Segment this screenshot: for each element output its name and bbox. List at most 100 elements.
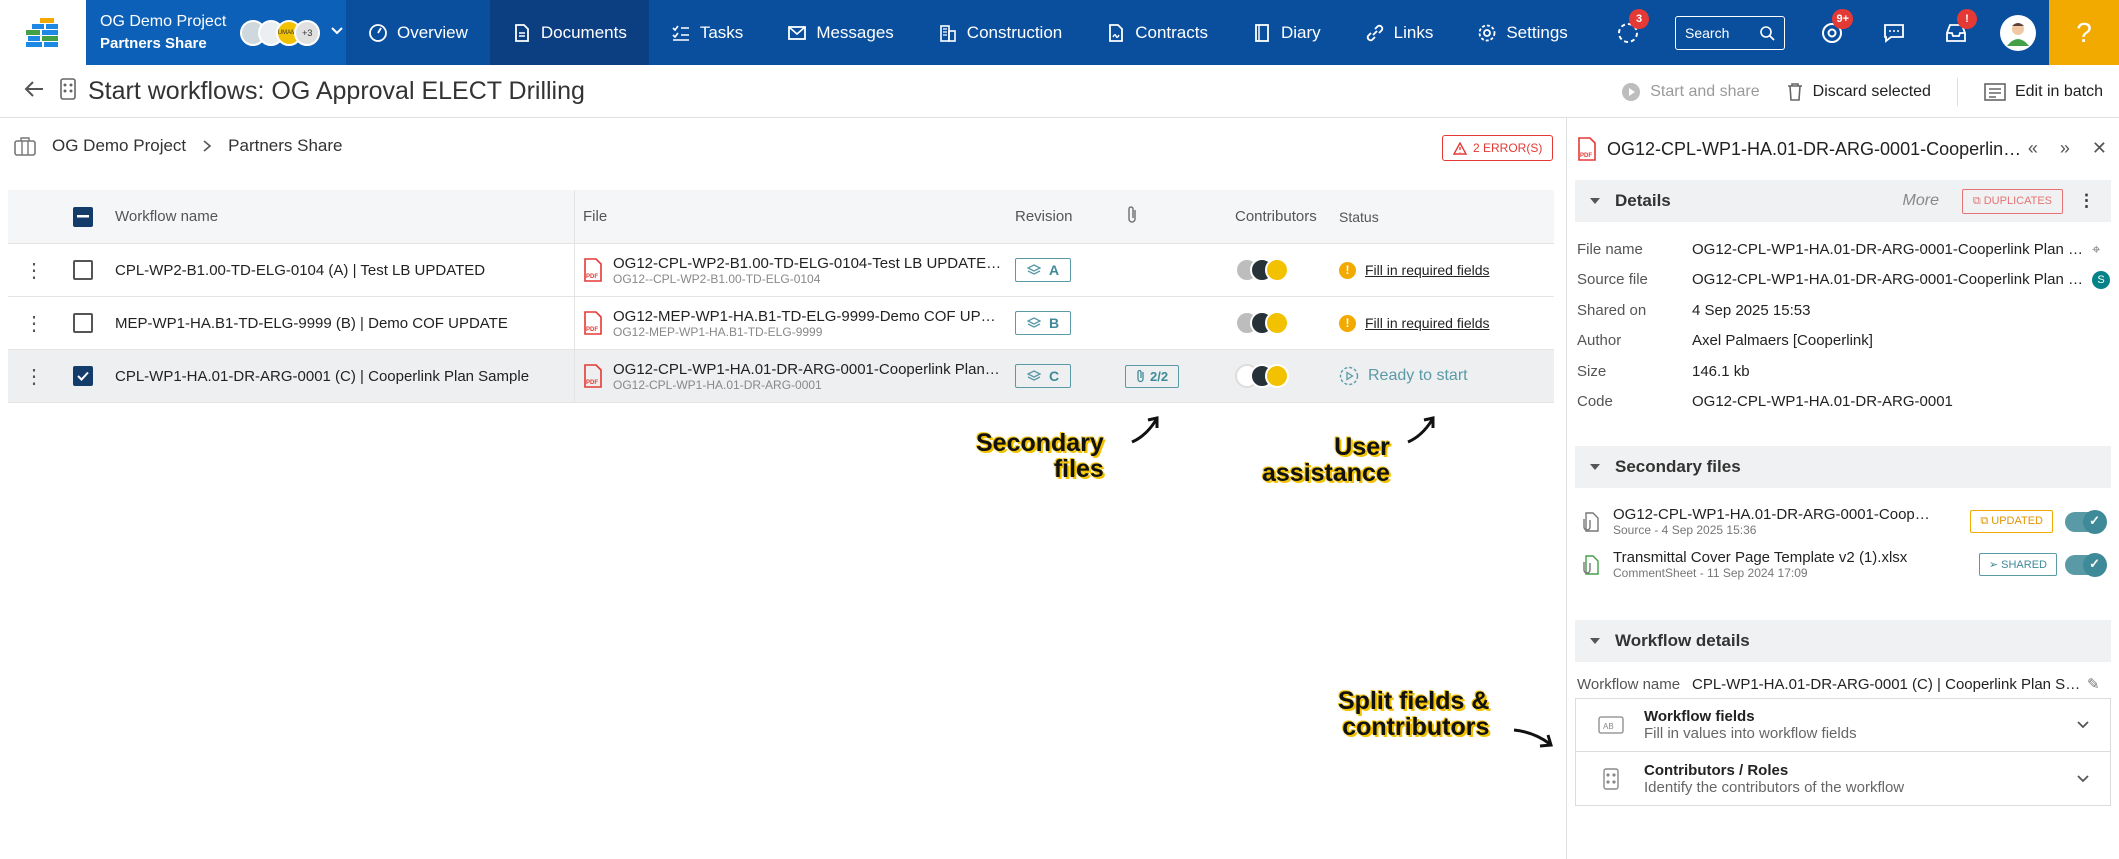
workflow-fields-accordion[interactable]: AB Workflow fields Fill in values into w… <box>1575 698 2111 752</box>
nav-links[interactable]: Links <box>1343 0 1456 65</box>
secondary-files-section-header[interactable]: Secondary files <box>1575 446 2111 488</box>
column-contributors[interactable]: Contributors <box>1235 208 1339 225</box>
pdf-file-icon: PDF <box>584 364 602 388</box>
chevrons-left-icon[interactable]: « <box>2028 138 2038 159</box>
revision-badge[interactable]: B <box>1015 311 1072 335</box>
status-ready[interactable]: Ready to start <box>1368 367 1468 385</box>
row-menu-icon[interactable]: ⋮ <box>8 311 60 336</box>
nav-overview[interactable]: Overview <box>346 0 490 65</box>
row-menu-icon[interactable]: ⋮ <box>8 258 60 283</box>
row-checkbox[interactable] <box>72 313 93 333</box>
project-switcher[interactable]: OG Demo Project Partners Share UMAMO +3 <box>86 0 346 65</box>
column-revision[interactable]: Revision <box>1015 208 1125 225</box>
file-code: OG12-MEP-WP1-HA.B1-TD-ELG-9999 <box>613 324 823 339</box>
play-circle-icon <box>1339 366 1359 386</box>
revision-badge[interactable]: C <box>1015 364 1072 388</box>
annotation-arrow-icon <box>1513 728 1553 748</box>
inbox-button[interactable]: ! <box>1925 0 1987 65</box>
row-checkbox[interactable] <box>72 260 93 280</box>
detail-row: Source file OG12-CPL-WP1-HA.01-DR-ARG-000… <box>1567 265 2119 296</box>
mentions-button[interactable]: 9+ <box>1801 0 1863 65</box>
caret-down-icon <box>1590 464 1600 470</box>
close-icon[interactable]: ✕ <box>2092 138 2107 159</box>
page-header: Start workflows: OG Approval ELECT Drill… <box>0 65 2119 118</box>
panel-header: PDF OG12-CPL-WP1-HA.01-DR-ARG-0001-Coope… <box>1567 118 2119 180</box>
help-button[interactable]: ? <box>2049 0 2119 65</box>
table-row[interactable]: ⋮ CPL-WP2-B1.00-TD-ELG-0104 (A) | Test L… <box>8 244 1554 297</box>
nav-tasks[interactable]: Tasks <box>649 0 765 65</box>
workflow-list-area: OG Demo Project Partners Share 2 ERROR(S… <box>0 118 1566 859</box>
contributors-avatars[interactable] <box>1235 258 1339 282</box>
details-section-header[interactable]: Details More ⧉ DUPLICATES ⋮ <box>1575 180 2111 222</box>
secondary-file-item[interactable]: OG12-CPL-WP1-HA.01-DR-ARG-0001-Cooperlin… <box>1567 500 2119 543</box>
annotation-arrow-icon <box>1407 416 1435 444</box>
location-pin-icon[interactable]: ⌖ <box>2092 241 2100 258</box>
discard-selected-button[interactable]: Discard selected <box>1786 82 1931 102</box>
paperclip-icon <box>1137 369 1144 383</box>
back-arrow-icon[interactable] <box>24 80 44 103</box>
app-logo[interactable] <box>0 0 86 65</box>
edit-in-batch-button[interactable]: Edit in batch <box>1984 83 2103 101</box>
user-icon <box>2007 22 2029 46</box>
breadcrumb-folder[interactable]: Partners Share <box>228 136 342 156</box>
avatar <box>2000 14 2036 51</box>
status-link[interactable]: Fill in required fields <box>1365 262 1490 278</box>
status-link[interactable]: Fill in required fields <box>1365 315 1490 331</box>
revision-badge[interactable]: A <box>1015 258 1072 282</box>
column-file[interactable]: File <box>575 208 1015 225</box>
nav-contracts[interactable]: Contracts <box>1084 0 1230 65</box>
nav-messages[interactable]: Messages <box>765 0 915 65</box>
kebab-menu-icon[interactable]: ⋮ <box>2078 191 2095 211</box>
document-icon <box>514 23 529 42</box>
nav-construction[interactable]: Construction <box>916 0 1084 65</box>
column-status[interactable]: Status <box>1339 209 1539 225</box>
select-all-checkbox[interactable] <box>72 206 93 227</box>
file-name: OG12-CPL-WP1-HA.01-DR-ARG-0001-Cooperlin… <box>613 360 1003 378</box>
chevron-right-icon <box>203 140 212 152</box>
contributors-avatars[interactable] <box>1235 364 1339 388</box>
contributors-avatars[interactable] <box>1235 311 1339 335</box>
building-icon <box>939 24 956 42</box>
annotation-user-assistance: User assistance <box>1262 433 1390 487</box>
attachments-badge[interactable]: 2/2 <box>1125 364 1180 388</box>
column-workflow-name[interactable]: Workflow name <box>105 190 575 243</box>
row-menu-icon[interactable]: ⋮ <box>8 364 60 389</box>
nav-documents[interactable]: Documents <box>489 0 649 65</box>
start-and-share-button[interactable]: Start and share <box>1621 82 1760 102</box>
duplicates-button[interactable]: ⧉ DUPLICATES <box>1961 188 2063 214</box>
checklist-icon <box>672 25 689 41</box>
table-row[interactable]: ⋮ MEP-WP1-HA.B1-TD-ELG-9999 (B) | Demo C… <box>8 297 1554 350</box>
annotation-arrow-icon <box>1131 416 1159 444</box>
check-icon: ✓ <box>2089 513 2100 528</box>
row-checkbox[interactable] <box>72 366 93 386</box>
workflow-name: CPL-WP2-B1.00-TD-ELG-0104 (A) | Test LB … <box>105 244 575 296</box>
secondary-file-item[interactable]: Transmittal Cover Page Template v2 (1).x… <box>1567 543 2119 586</box>
svg-text:PDF: PDF <box>586 274 598 280</box>
workflow-details-section-header[interactable]: Workflow details <box>1575 620 2111 662</box>
svg-text:AB: AB <box>1603 722 1614 731</box>
pencil-icon[interactable]: ✎ <box>2087 675 2100 693</box>
sharepoint-icon[interactable]: S <box>2092 270 2110 289</box>
warning-icon: ! <box>1339 314 1356 332</box>
error-count-badge[interactable]: 2 ERROR(S) <box>1442 135 1554 161</box>
warning-triangle-icon <box>1453 141 1467 155</box>
pdf-file-icon: PDF <box>584 311 602 335</box>
chat-button[interactable] <box>1863 0 1925 65</box>
nav-settings[interactable]: Settings <box>1455 0 1589 65</box>
search-input[interactable]: Search <box>1675 15 1785 50</box>
more-link[interactable]: More <box>1903 192 1939 210</box>
user-avatar-button[interactable] <box>1987 0 2049 65</box>
contributors-roles-accordion[interactable]: Contributors / Roles Identify the contri… <box>1575 752 2111 806</box>
nav-diary[interactable]: Diary <box>1230 0 1343 65</box>
breadcrumb-project[interactable]: OG Demo Project <box>52 136 186 156</box>
top-navigation-bar: OG Demo Project Partners Share UMAMO +3 … <box>0 0 2119 65</box>
brick-logo-icon <box>26 17 58 47</box>
column-attachments[interactable] <box>1125 205 1235 229</box>
envelope-icon <box>788 25 807 40</box>
table-row[interactable]: ⋮ CPL-WP1-HA.01-DR-ARG-0001 (C) | Cooper… <box>8 350 1554 403</box>
activity-button[interactable]: 3 <box>1597 0 1659 65</box>
layers-icon <box>1027 370 1041 381</box>
detail-row: File name OG12-CPL-WP1-HA.01-DR-ARG-0001-… <box>1577 240 2101 258</box>
warning-icon: ! <box>1339 261 1356 279</box>
chevrons-right-icon[interactable]: » <box>2060 138 2070 159</box>
